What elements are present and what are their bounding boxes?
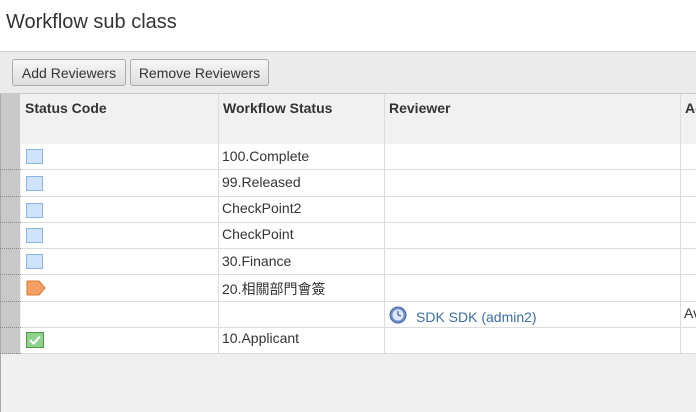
action-cell: Av: [681, 302, 696, 328]
table-row[interactable]: 30.Finance: [21, 249, 696, 275]
workflow-status-cell: CheckPoint2: [219, 197, 385, 223]
table-row[interactable]: 100.Complete: [21, 144, 696, 170]
workflow-status-cell: 20.相關部門會簽: [219, 275, 385, 302]
page-title: Workflow sub class: [6, 11, 177, 33]
toolbar: Add Reviewers Remove Reviewers: [0, 51, 696, 93]
reviewer-cell: [385, 197, 681, 223]
column-header-workflow-status[interactable]: Workflow Status: [219, 94, 385, 144]
workflow-status-cell: 10.Applicant: [219, 328, 385, 354]
table-row[interactable]: 99.Released: [21, 170, 696, 197]
light-blue-square-icon: [26, 149, 43, 164]
reviewer-link[interactable]: SDK SDK (admin2): [416, 309, 537, 325]
reviewer-cell: [385, 223, 681, 249]
workflow-status-cell: CheckPoint: [219, 223, 385, 249]
add-reviewers-button[interactable]: Add Reviewers: [12, 59, 126, 86]
column-header-reviewer[interactable]: Reviewer: [385, 94, 681, 144]
status-code-cell: [21, 249, 219, 275]
action-cell: [681, 328, 696, 354]
reviewer-cell: SDK SDK (admin2): [385, 302, 681, 328]
reviewer-cell: [385, 170, 681, 197]
column-header-status-code[interactable]: Status Code: [21, 94, 219, 144]
table-row[interactable]: 10.Applicant: [21, 328, 696, 354]
table-row[interactable]: 20.相關部門會簽: [21, 275, 696, 302]
column-header-action[interactable]: Ac: [681, 94, 696, 144]
clock-icon: [389, 306, 407, 324]
light-blue-square-icon: [26, 254, 43, 269]
status-code-cell: [21, 144, 219, 170]
reviewer-cell: [385, 249, 681, 275]
status-code-cell: [21, 223, 219, 249]
action-cell: [681, 197, 696, 223]
workflow-status-cell: 99.Released: [219, 170, 385, 197]
reviewer-cell: [385, 275, 681, 302]
status-code-cell: [21, 197, 219, 223]
workflow-status-cell: [219, 302, 385, 328]
action-cell: [681, 170, 696, 197]
light-blue-square-icon: [26, 228, 43, 243]
action-cell: [681, 223, 696, 249]
table-row[interactable]: CheckPoint: [21, 223, 696, 249]
reviewer-cell: [385, 144, 681, 170]
workflow-status-cell: 100.Complete: [219, 144, 385, 170]
table-row[interactable]: CheckPoint2: [21, 197, 696, 223]
light-blue-square-icon: [26, 176, 43, 191]
table-row[interactable]: SDK SDK (admin2) Av: [21, 302, 696, 328]
action-cell: [681, 144, 696, 170]
action-cell: [681, 275, 696, 302]
workflow-status-cell: 30.Finance: [219, 249, 385, 275]
reviewer-cell: [385, 328, 681, 354]
green-check-icon: [26, 332, 44, 348]
reviewers-grid: Status Code Workflow Status Reviewer Ac …: [0, 93, 696, 412]
status-code-cell: [21, 275, 219, 302]
light-blue-square-icon: [26, 203, 43, 218]
orange-tag-icon: [26, 280, 46, 296]
status-code-cell: [21, 302, 219, 328]
action-cell: [681, 249, 696, 275]
remove-reviewers-button[interactable]: Remove Reviewers: [130, 59, 269, 86]
status-code-cell: [21, 170, 219, 197]
status-code-cell: [21, 328, 219, 354]
